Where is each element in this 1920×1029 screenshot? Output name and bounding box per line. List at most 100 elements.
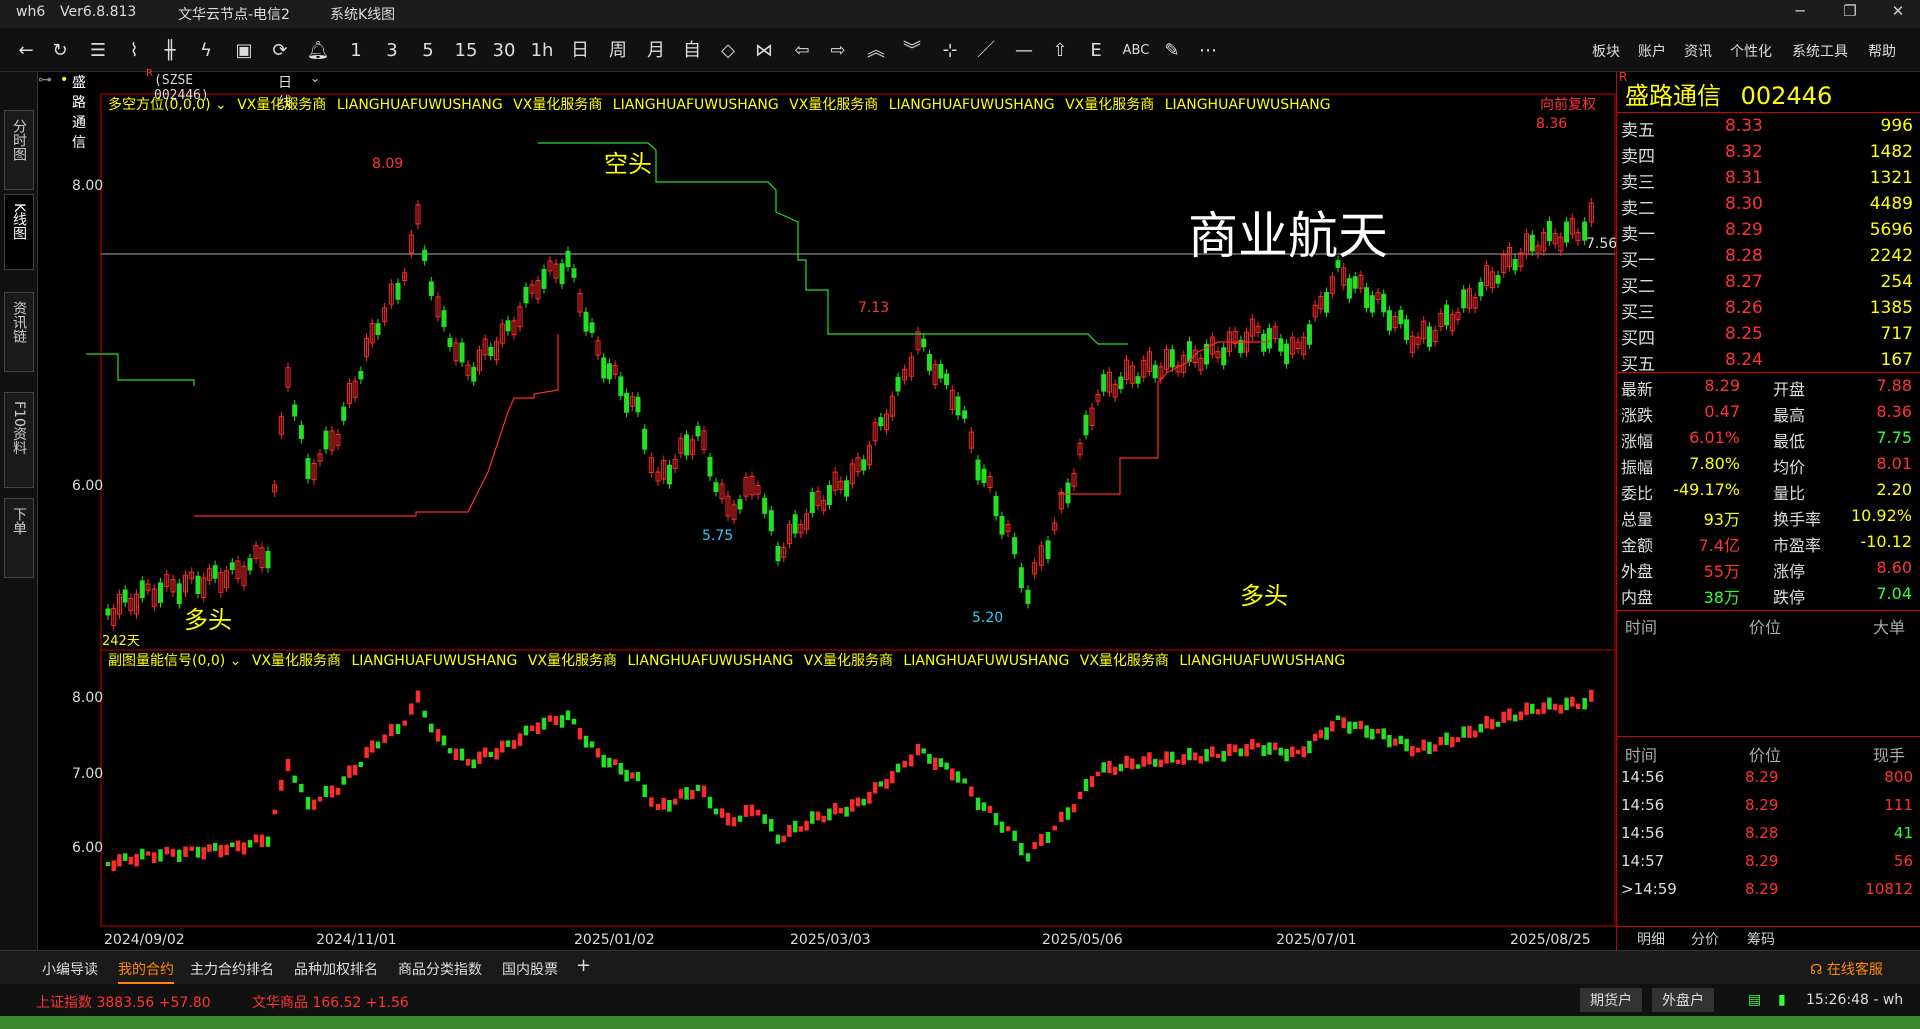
zoom-out-icon[interactable]: ⋈ (752, 39, 776, 63)
tab-kline-label: K线图 (11, 203, 27, 241)
bell-icon[interactable]: 🔔︎ (306, 39, 330, 63)
ask-row[interactable]: 卖四 8.32 1482 (1617, 142, 1920, 168)
tab-order[interactable]: 下单 (4, 498, 34, 578)
ask-row[interactable]: 卖三 8.31 1321 (1617, 168, 1920, 194)
line-chart-icon[interactable]: ⌇ (122, 39, 146, 63)
panel-icon[interactable]: ▣ (232, 39, 256, 63)
bid-row[interactable]: 买三 8.26 1385 (1617, 298, 1920, 324)
period-custom[interactable]: 自 (680, 39, 704, 63)
tick-row: 14:57 8.29 56 (1617, 852, 1920, 878)
ask-row[interactable]: 卖一 8.29 5696 (1617, 220, 1920, 246)
chevron-down-icon[interactable]: ⌄ (230, 653, 242, 669)
down-icon[interactable]: ︾ (900, 39, 924, 63)
period-30[interactable]: 30 (492, 39, 516, 63)
tab-my-contracts[interactable]: 我的合约 (118, 959, 174, 984)
chevron-down-icon[interactable]: ⌄ (310, 71, 320, 85)
tab-news-chain[interactable]: 资讯链 (4, 292, 34, 372)
text-icon[interactable]: E (1084, 39, 1108, 63)
online-service[interactable]: ☊ 在线客服 (1810, 959, 1883, 979)
abc-icon[interactable]: ABC (1120, 39, 1152, 63)
bid-row[interactable]: 买二 8.27 254 (1617, 272, 1920, 298)
main-indicator-name[interactable]: 多空方位(0,0,0) (108, 97, 211, 113)
sub-candle (1083, 778, 1089, 792)
menu-tools[interactable]: 系统工具 (1792, 41, 1848, 61)
refresh-icon[interactable]: ↻ (48, 39, 72, 63)
sub-candle (895, 763, 901, 773)
tab-main-ranking[interactable]: 主力合约排名 (190, 959, 274, 979)
sub-candle (975, 797, 981, 811)
crosshair-icon[interactable]: ⊹ (938, 39, 962, 63)
kline-icon[interactable]: ╫ (158, 39, 182, 63)
period-5[interactable]: 5 (416, 39, 440, 63)
sub-candle (1019, 842, 1024, 856)
index-shanghai[interactable]: 上证指数 3883.56 +57.80 (36, 992, 211, 1012)
tick-volume: 56 (1893, 852, 1913, 870)
sub-candle (382, 734, 387, 744)
futures-account-button[interactable]: 期货户 (1580, 988, 1642, 1012)
menu-news[interactable]: 资讯 (1684, 41, 1712, 61)
sub-candle (1467, 725, 1472, 738)
tab-editor-guide[interactable]: 小编导读 (42, 959, 98, 979)
tab-weighted-ranking[interactable]: 品种加权排名 (294, 959, 378, 979)
period-15[interactable]: 15 (454, 39, 478, 63)
left-arrow-icon[interactable]: ⇦ (790, 39, 814, 63)
chevron-down-icon[interactable]: ⌄ (215, 97, 227, 113)
zoom-in-icon[interactable]: ◇ (716, 39, 740, 63)
eraser-icon[interactable]: ✎ (1160, 39, 1184, 63)
tab-timeshare[interactable]: 分时图 (4, 110, 34, 190)
menu-help[interactable]: 帮助 (1868, 41, 1896, 61)
sub-indicator-label[interactable]: 副图量能信号(0,0) ⌄ VX量化服务商 LIANGHUAFUWUSHANG … (108, 650, 1345, 670)
close-icon[interactable]: ✕ (1878, 2, 1918, 26)
home-icon[interactable]: ⇧ (1048, 39, 1072, 63)
menu-personalize[interactable]: 个性化 (1730, 41, 1772, 61)
right-arrow-icon[interactable]: ⇨ (826, 39, 850, 63)
tab-f10[interactable]: F10资料 (4, 392, 34, 488)
indicator-icon[interactable]: ϟ (194, 39, 218, 63)
sub-candle (435, 729, 441, 742)
tab-price-dist[interactable]: 分价 (1691, 929, 1719, 949)
bid-row[interactable]: 买一 8.28 2242 (1617, 246, 1920, 272)
ask-row[interactable]: 卖五 8.33 996 (1617, 116, 1920, 142)
menu-account[interactable]: 账户 (1638, 41, 1666, 61)
menu-sector[interactable]: 板块 (1592, 41, 1620, 61)
tab-detail[interactable]: 明细 (1637, 929, 1665, 949)
link-icon[interactable]: ⊶ (38, 72, 58, 88)
tab-category-index[interactable]: 商品分类指数 (398, 959, 482, 979)
sub-candle (1101, 762, 1106, 773)
bid-row[interactable]: 买四 8.25 717 (1617, 324, 1920, 350)
sub-indicator-name[interactable]: 副图量能信号(0,0) (108, 653, 225, 669)
tab-chips[interactable]: 筹码 (1747, 929, 1775, 949)
candle-body (1324, 292, 1330, 313)
tab-kline[interactable]: K线图 (4, 194, 34, 270)
minimize-icon[interactable]: ─ (1780, 2, 1820, 26)
candle-body (955, 396, 961, 416)
list-icon[interactable]: ☰ (86, 39, 110, 63)
main-indicator-label[interactable]: 多空方位(0,0,0) ⌄ VX量化服务商 LIANGHUAFUWUSHANG … (108, 94, 1331, 114)
candle-body (684, 434, 690, 456)
level-volume: 1482 (1869, 142, 1913, 162)
adjust-mode[interactable]: 向前复权 (1540, 94, 1596, 114)
add-tab-icon[interactable]: + (576, 955, 591, 976)
index-wenhua[interactable]: 文华商品 166.52 +1.56 (252, 992, 409, 1012)
candle-body (559, 263, 565, 285)
server-node[interactable]: 文华云节点-电信2 (178, 4, 290, 24)
more-icon[interactable]: ⋯ (1196, 39, 1220, 63)
symbol-name[interactable]: 盛路通信 (72, 72, 86, 152)
back-icon[interactable]: ← (14, 39, 38, 63)
tab-domestic-stocks[interactable]: 国内股票 (502, 959, 558, 979)
peak-label: 8.09 (372, 156, 404, 172)
ask-row[interactable]: 卖二 8.30 4489 (1617, 194, 1920, 220)
period-3[interactable]: 3 (380, 39, 404, 63)
period-1h[interactable]: 1h (530, 39, 554, 63)
period-week[interactable]: 周 (606, 39, 630, 63)
restore-icon[interactable]: ❐ (1830, 2, 1870, 26)
foreign-account-button[interactable]: 外盘户 (1652, 988, 1714, 1012)
period-month[interactable]: 月 (644, 39, 668, 63)
period-day[interactable]: 日 (568, 39, 592, 63)
sub-candle (195, 846, 201, 858)
hline-icon[interactable]: — (1012, 39, 1036, 63)
draw-line-icon[interactable]: ／ (974, 39, 998, 63)
up-icon[interactable]: ︽ (864, 39, 888, 63)
period-1[interactable]: 1 (344, 39, 368, 63)
sync-icon[interactable]: ⟳ (268, 39, 292, 63)
